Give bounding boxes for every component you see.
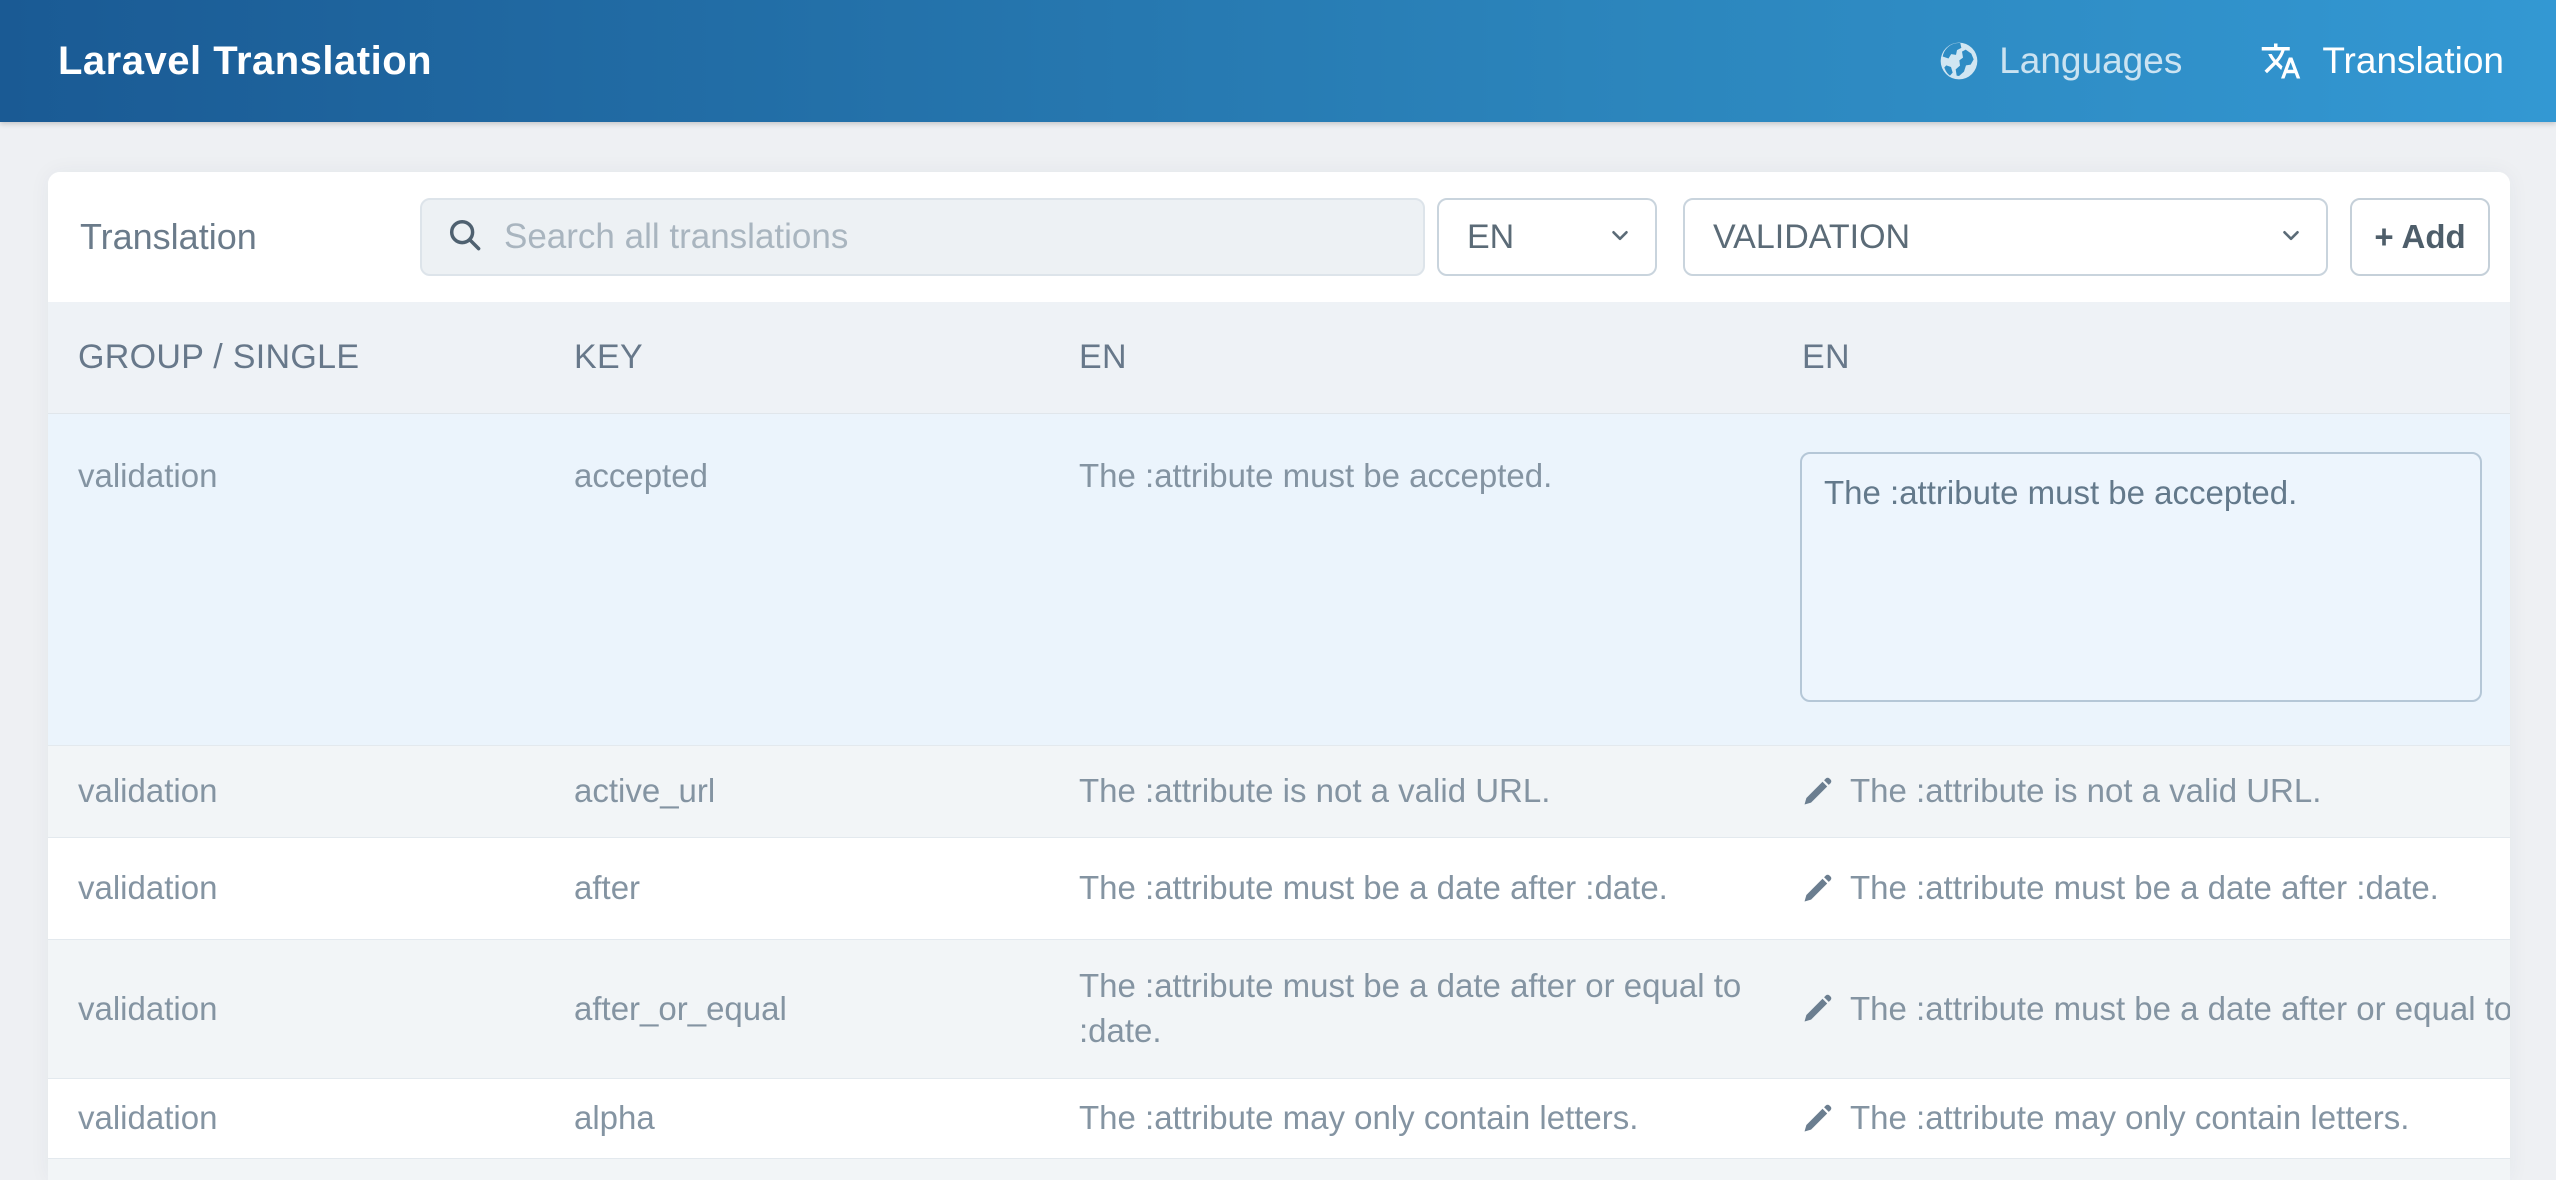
source-cell: The :attribute must be a date after or e…: [1049, 940, 1772, 1078]
search-box: [420, 198, 1425, 276]
source-cell: The :attribute must be accepted.: [1049, 414, 1772, 745]
translation-editor[interactable]: The :attribute must be accepted.: [1800, 452, 2482, 702]
translation-text: The :attribute may only contain letters.: [1850, 1096, 2409, 1141]
edit-pencil-icon[interactable]: [1800, 775, 1834, 809]
group-cell: validation: [48, 1079, 544, 1158]
edit-pencil-icon[interactable]: [1800, 1102, 1834, 1136]
group-cell: validation: [48, 746, 544, 837]
group-select[interactable]: VALIDATION: [1683, 198, 2328, 276]
source-cell: The :attribute may only contain letters.: [1049, 1079, 1772, 1158]
add-button[interactable]: + Add: [2350, 198, 2490, 276]
nav-links: Languages Translation: [1939, 40, 2504, 82]
next-row-partial: [48, 1159, 2510, 1180]
panel-title: Translation: [80, 216, 420, 258]
source-cell: The :attribute must be a date after :dat…: [1049, 838, 1772, 939]
table-row: validation alpha The :attribute may only…: [48, 1079, 2510, 1159]
translation-cell[interactable]: The :attribute must be a date after :dat…: [1772, 838, 2510, 939]
chevron-down-icon: [1607, 218, 1633, 257]
column-header-source-locale: EN: [1049, 302, 1772, 413]
column-header-key: KEY: [544, 302, 1049, 413]
table-row: validation accepted The :attribute must …: [48, 414, 2510, 746]
top-navbar: Laravel Translation Languages: [0, 0, 2556, 122]
nav-item-label: Translation: [2322, 40, 2504, 82]
table-row: validation after The :attribute must be …: [48, 838, 2510, 940]
translation-cell[interactable]: The :attribute is not a valid URL.: [1772, 746, 2510, 837]
nav-item-translation[interactable]: Translation: [2260, 40, 2504, 82]
column-header-target-locale: EN: [1772, 302, 2510, 413]
key-cell: accepted: [544, 414, 1049, 745]
translation-cell[interactable]: The :attribute must be a date after or e…: [1772, 940, 2510, 1078]
key-cell: after_or_equal: [544, 940, 1049, 1078]
key-cell: active_url: [544, 746, 1049, 837]
table-row: validation active_url The :attribute is …: [48, 746, 2510, 838]
brand-link[interactable]: Laravel Translation: [58, 39, 432, 84]
translate-icon: [2260, 40, 2302, 82]
panel-toolbar: Translation EN VAL: [48, 172, 2510, 302]
language-select-value: EN: [1467, 218, 1607, 257]
translation-cell[interactable]: The :attribute may only contain letters.: [1772, 1079, 2510, 1158]
key-cell: alpha: [544, 1079, 1049, 1158]
app-window: Laravel Translation Languages: [0, 0, 2556, 1180]
table-row: validation after_or_equal The :attribute…: [48, 940, 2510, 1079]
table-header: GROUP / SINGLE KEY EN EN: [48, 302, 2510, 414]
translation-text: The :attribute is not a valid URL.: [1850, 769, 2321, 814]
group-cell: validation: [48, 838, 544, 939]
translation-cell: The :attribute must be accepted.: [1772, 414, 2510, 745]
column-header-group: GROUP / SINGLE: [48, 302, 544, 413]
translation-text: The :attribute must be a date after or e…: [1850, 987, 2510, 1032]
group-cell: validation: [48, 414, 544, 745]
translation-panel: Translation EN VAL: [48, 172, 2510, 1180]
group-cell: validation: [48, 940, 544, 1078]
nav-item-label: Languages: [1999, 40, 2182, 82]
source-cell: The :attribute is not a valid URL.: [1049, 746, 1772, 837]
chevron-down-icon: [2278, 218, 2304, 257]
nav-item-languages[interactable]: Languages: [1939, 40, 2182, 82]
search-icon: [446, 216, 504, 259]
edit-pencil-icon[interactable]: [1800, 992, 1834, 1026]
language-select[interactable]: EN: [1437, 198, 1657, 276]
group-select-value: VALIDATION: [1713, 218, 2278, 257]
edit-pencil-icon[interactable]: [1800, 872, 1834, 906]
search-input[interactable]: [504, 217, 1399, 257]
globe-icon: [1939, 41, 1979, 81]
translation-text: The :attribute must be a date after :dat…: [1850, 866, 2439, 911]
key-cell: after: [544, 838, 1049, 939]
